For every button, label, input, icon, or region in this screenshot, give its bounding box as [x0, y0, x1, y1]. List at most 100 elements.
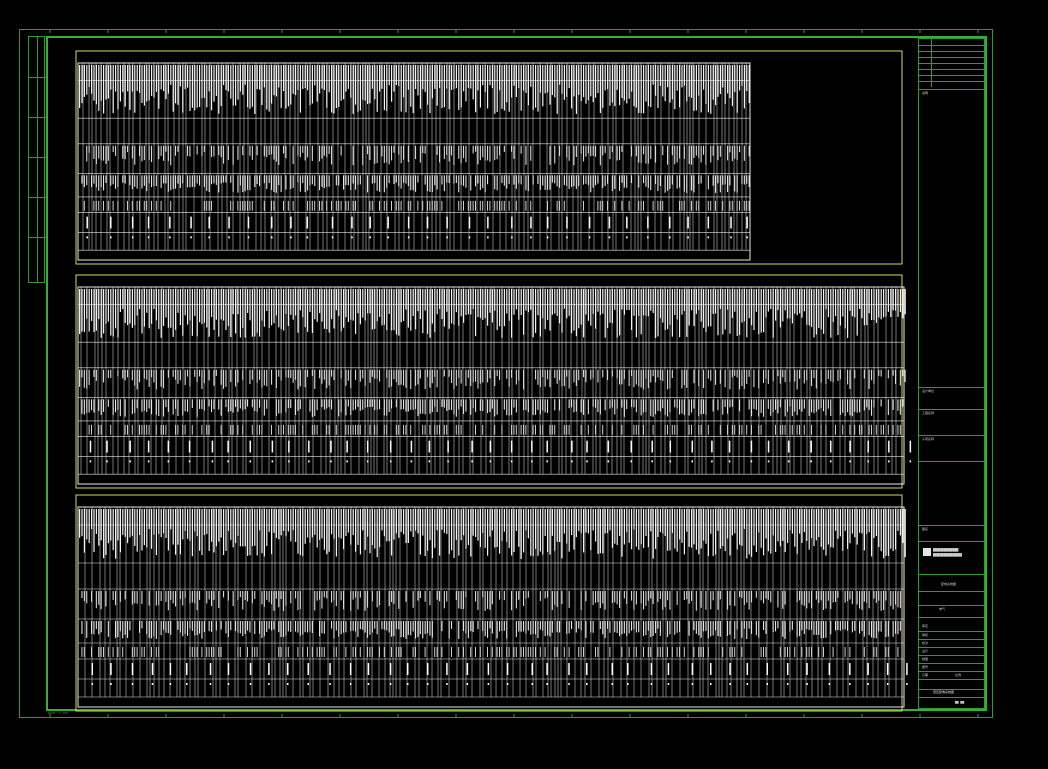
schedule-panel-2-mid-text — [340, 369, 342, 379]
schedule-panel-3-mid-text — [455, 591, 457, 601]
schedule-panel-1-value-text — [508, 200, 510, 211]
schedule-panel-3-mid-text — [460, 591, 462, 609]
schedule-panel-1-data-text — [203, 175, 205, 187]
schedule-panel-3-header-text — [808, 509, 810, 550]
schedule-panel-1-data-text — [458, 175, 460, 193]
schedule-panel-3-value-text — [201, 647, 203, 657]
schedule-panel-3-header-text — [535, 509, 537, 549]
schedule-panel-3-mid-text — [223, 591, 225, 598]
schedule-panel-3-value-text — [117, 647, 119, 657]
schedule-panel-2-data-text — [167, 399, 169, 412]
schedule-panel-2-mid-text — [429, 369, 431, 388]
schedule-panel-3-header-text — [573, 509, 575, 550]
schedule-panel-2-mid-text — [223, 369, 225, 389]
schedule-panel-1-data-text — [506, 175, 508, 189]
schedule-panel-3-header-text — [335, 509, 337, 557]
schedule-panel-2-mid-text — [458, 369, 460, 378]
schedule-panel-1-data-text — [592, 175, 594, 188]
schedule-panel-2-data-text — [369, 399, 371, 408]
schedule-panel-2-value-text — [664, 424, 666, 435]
schedule-panel-2-value-text — [208, 424, 210, 435]
schedule-panel-1-circuit-label — [707, 236, 710, 239]
schedule-panel-2-header-text — [388, 289, 390, 314]
schedule-panel-2-header-text — [799, 289, 801, 314]
schedule-panel-3-value-text — [563, 647, 565, 657]
schedule-panel-1-mid-text — [453, 145, 455, 166]
schedule-panel-1-header-text — [141, 65, 143, 103]
schedule-panel-1-mid-text — [496, 145, 498, 160]
schedule-panel-1-value-text — [244, 200, 246, 211]
schedule-panel-3-header-text — [542, 509, 544, 555]
schedule-panel-2-data-text — [595, 399, 597, 408]
schedule-panel-1-mid-text — [328, 145, 330, 155]
schedule-panel-2-data-text — [633, 399, 635, 408]
schedule-panel-2-value-text — [422, 424, 424, 435]
schedule-panel-1-header-text — [268, 65, 270, 112]
schedule-panel-3-mid-text — [376, 591, 378, 608]
schedule-panel-3-header-text — [278, 509, 280, 540]
schedule-panel-2-data-text — [263, 399, 265, 416]
schedule-panel-3-header-text — [559, 509, 561, 543]
schedule-panel-3-mid-text — [124, 591, 126, 600]
schedule-panel-2-header-text — [158, 289, 160, 330]
schedule-panel-2-header-text — [784, 289, 786, 311]
schedule-panel-2-header-text — [463, 289, 465, 323]
schedule-panel-3-data-text — [323, 621, 325, 634]
schedule-panel-3-data-text — [359, 621, 361, 630]
schedule-panel-1-value-text — [95, 200, 97, 211]
schedule-panel-3-value-text — [251, 647, 253, 657]
schedule-panel-1-data-text — [415, 175, 417, 192]
schedule-panel-2-header-text — [878, 289, 880, 318]
schedule-panel-3-id-label — [446, 663, 448, 675]
schedule-panel-2-header-text — [141, 289, 143, 334]
schedule-panel-2-data-text — [83, 399, 85, 415]
schedule-panel-1-header-text — [415, 65, 417, 90]
schedule-panel-3-header-text — [429, 509, 431, 541]
schedule-panel-1-data-text — [167, 175, 169, 192]
schedule-panel-3-id-label — [466, 663, 469, 675]
schedule-panel-1-mid-text — [487, 145, 489, 161]
schedule-panel-3-data-text — [124, 621, 126, 635]
schedule-panel-3-data-text — [211, 621, 213, 632]
schedule-panel-2-mid-text — [235, 369, 237, 387]
schedule-panel-3-mid-text — [633, 591, 635, 610]
schedule-panel-2-data-text — [729, 399, 731, 408]
schedule-panel-2-data-text — [374, 399, 376, 411]
schedule-panel-3-mid-text — [160, 591, 162, 601]
title-block: 说明 设计单位 工程名称 子项名称 图名 ██████████████ ████… — [918, 38, 986, 709]
schedule-panel-3-data-text — [470, 621, 472, 632]
schedule-panel-2-mid-text — [763, 369, 765, 384]
schedule-panel-2-data-text — [328, 399, 330, 408]
schedule-panel-1-data-text — [355, 175, 357, 190]
revision-table — [919, 39, 986, 89]
schedule-panel-2-header-text — [328, 289, 330, 333]
schedule-panel-3-header-text — [518, 509, 520, 547]
schedule-panel-1-mid-text — [127, 145, 129, 153]
schedule-panel-3-id-label — [131, 663, 134, 675]
schedule-panel-3-id-label — [546, 663, 548, 675]
schedule-panel-1-data-text — [537, 175, 539, 184]
schedule-panel-3-header-text — [487, 509, 489, 556]
schedule-panel-2-mid-text — [249, 369, 251, 385]
schedule-panel-2-mid-text — [868, 369, 870, 389]
schedule-panel-1-data-text — [81, 175, 83, 184]
schedule-panel-2-data-text — [280, 399, 282, 414]
schedule-panel-3-data-text — [758, 621, 760, 638]
schedule-panel-1-data-text — [645, 175, 647, 187]
schedule-panel-3-data-text — [383, 621, 385, 630]
schedule-panel-1-id-label — [746, 216, 748, 229]
schedule-panel-2-mid-text — [331, 369, 333, 377]
schedule-panel-2-mid-text — [736, 369, 738, 378]
schedule-panel-3-mid-text — [429, 591, 431, 606]
schedule-panel-2-mid-text — [472, 369, 474, 383]
schedule-panel-3-mid-text — [611, 591, 613, 603]
schedule-panel-3-mid-text — [335, 591, 337, 607]
schedule-panel-1-header-text — [201, 65, 203, 99]
schedule-panel-3-data-text — [309, 621, 311, 632]
schedule-panel-1-header-text — [727, 65, 729, 94]
schedule-panel-2-circuit-label — [711, 460, 713, 463]
schedule-panel-2-data-text — [751, 399, 753, 417]
schedule-panel-1-data-text — [376, 175, 378, 191]
schedule-panel-1-data-text — [179, 175, 181, 189]
schedule-panel-2-data-text — [383, 399, 385, 416]
